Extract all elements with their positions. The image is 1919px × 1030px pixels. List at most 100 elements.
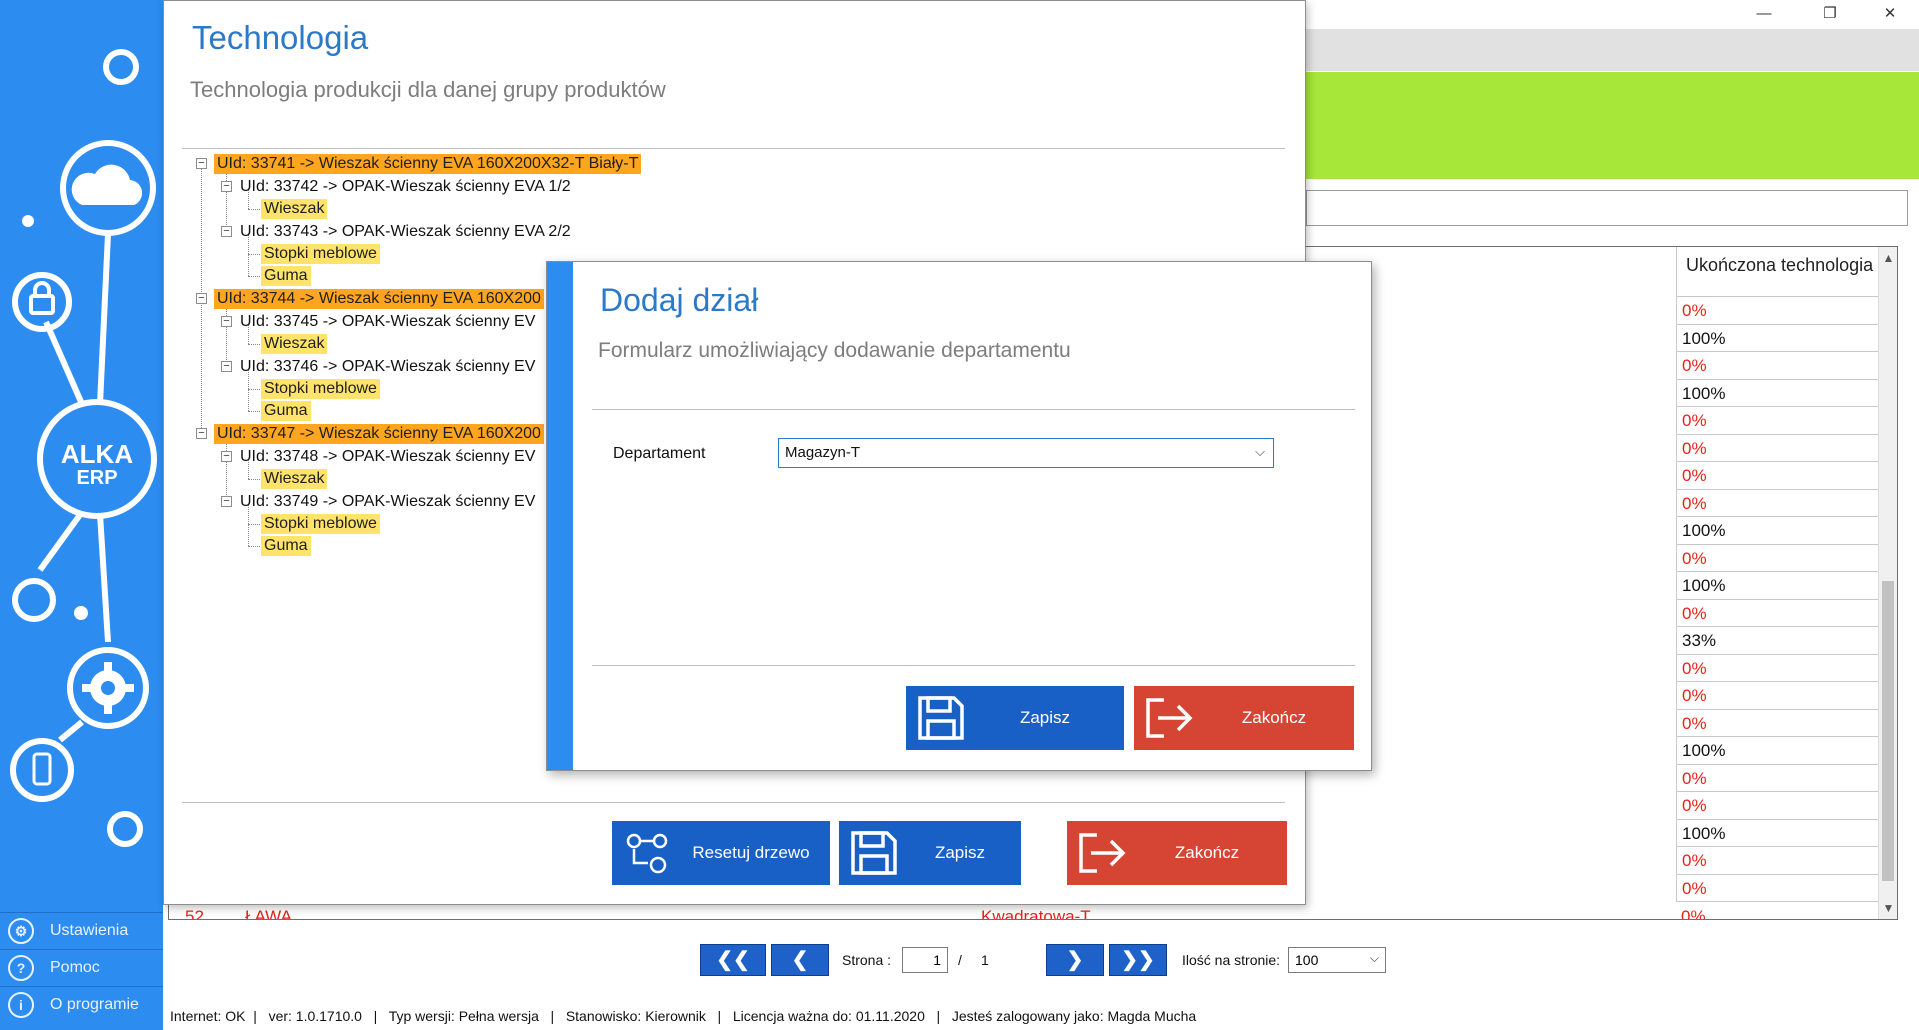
- table-row[interactable]: 0%: [1676, 407, 1892, 435]
- department-select[interactable]: Magazyn-T ⌵: [778, 438, 1274, 468]
- collapse-icon[interactable]: −: [221, 226, 232, 237]
- table-row-partial[interactable]: 52 ŁAWA Kwadratowa-T 0%: [169, 909, 1879, 920]
- tree-node[interactable]: UId: 33748 -> OPAK-Wieszak ścienny EV: [237, 447, 538, 467]
- table-row[interactable]: 100%: [1676, 819, 1892, 847]
- tree-node-leaf[interactable]: Wieszak: [261, 334, 328, 354]
- department-label: Departament: [613, 445, 706, 462]
- tree-node-root[interactable]: UId: 33741 -> Wieszak ścienny EVA 160X20…: [214, 154, 642, 174]
- table-row[interactable]: 0%: [1676, 434, 1892, 462]
- table-row[interactable]: 0%: [1676, 489, 1892, 517]
- table-row[interactable]: 100%: [1676, 379, 1892, 407]
- tree-node[interactable]: UId: 33749 -> OPAK-Wieszak ścienny EV: [237, 492, 538, 512]
- page-label: Strona :: [842, 952, 892, 968]
- scrollbar-thumb[interactable]: [1882, 581, 1894, 881]
- tree-node-root[interactable]: UId: 33747 -> Wieszak ścienny EVA 160X20…: [214, 424, 544, 444]
- dialog-save-button[interactable]: Zapisz: [906, 686, 1124, 750]
- sidebar-item-o-programie[interactable]: i O programie: [0, 986, 163, 1023]
- status-bar: Internet: OK | ver: 1.0.1710.0 | Typ wer…: [170, 1008, 1197, 1024]
- table-row[interactable]: 0%: [1676, 462, 1892, 490]
- table-row[interactable]: 100%: [1676, 737, 1892, 765]
- grid-rows: 0% 100% 0% 100% 0% 0% 0% 0% 100% 0% 100% 0% 33% 0% 0% 0…: [1676, 297, 1892, 902]
- table-row[interactable]: 100%: [1676, 572, 1892, 600]
- collapse-icon[interactable]: −: [196, 293, 207, 304]
- table-row[interactable]: 100%: [1676, 324, 1892, 352]
- floppy-disk-icon: [851, 831, 897, 875]
- table-row[interactable]: 100%: [1676, 517, 1892, 545]
- next-page-button[interactable]: ❯: [1046, 944, 1104, 976]
- filter-input[interactable]: [1306, 190, 1908, 226]
- divider: [182, 802, 1285, 803]
- tree-node[interactable]: UId: 33746 -> OPAK-Wieszak ścienny EV: [237, 357, 538, 377]
- tree-node-leaf[interactable]: Guma: [261, 266, 311, 286]
- tree-line: [248, 524, 260, 525]
- tree-line: [248, 546, 260, 547]
- sidebar: ALKA ERP ⚙ Ustawienia ? Pomoc i O progra…: [0, 0, 163, 1030]
- tree-node-leaf[interactable]: Guma: [261, 401, 311, 421]
- tree-line: [248, 209, 260, 210]
- tree-line: [248, 254, 260, 255]
- collapse-icon[interactable]: −: [196, 158, 207, 169]
- tree-node-leaf[interactable]: Guma: [261, 536, 311, 556]
- last-page-button[interactable]: ❯❯: [1109, 944, 1167, 976]
- table-row[interactable]: 0%: [1676, 874, 1892, 902]
- table-row[interactable]: 0%: [1676, 544, 1892, 572]
- help-icon: ?: [8, 955, 34, 981]
- tree-node[interactable]: UId: 33745 -> OPAK-Wieszak ścienny EV: [237, 312, 538, 332]
- cell-value: 0%: [1681, 909, 1706, 920]
- page-input[interactable]: 1: [902, 947, 948, 973]
- tree-node-leaf[interactable]: Wieszak: [261, 199, 328, 219]
- reset-tree-button[interactable]: Resetuj drzewo: [612, 821, 830, 885]
- table-row[interactable]: 0%: [1676, 682, 1892, 710]
- tree-node-leaf[interactable]: Stopki meblowe: [261, 379, 380, 399]
- department-value: Magazyn-T: [785, 444, 861, 461]
- table-row[interactable]: 0%: [1676, 599, 1892, 627]
- vertical-scrollbar[interactable]: ▲ ▼: [1878, 247, 1897, 919]
- window-title: Technologia: [192, 19, 369, 56]
- gear-icon-sidebar: [82, 662, 134, 714]
- tree-node[interactable]: UId: 33742 -> OPAK-Wieszak ścienny EVA 1…: [237, 177, 574, 197]
- tree-node-leaf[interactable]: Wieszak: [261, 469, 328, 489]
- table-row[interactable]: 0%: [1676, 709, 1892, 737]
- table-row[interactable]: 33%: [1676, 627, 1892, 655]
- table-row[interactable]: 0%: [1676, 764, 1892, 792]
- collapse-icon[interactable]: −: [221, 316, 232, 327]
- per-page-value: 100: [1295, 952, 1319, 968]
- exit-icon: [1079, 833, 1126, 873]
- close-window-button[interactable]: ✕: [1868, 2, 1912, 26]
- column-header-completed[interactable]: Ukończona technologia: [1676, 247, 1892, 297]
- save-button[interactable]: Zapisz: [839, 821, 1021, 885]
- table-row[interactable]: 0%: [1676, 654, 1892, 682]
- minimize-button[interactable]: —: [1742, 2, 1786, 26]
- prev-page-button[interactable]: ❮: [771, 944, 829, 976]
- tree-node[interactable]: UId: 33743 -> OPAK-Wieszak ścienny EVA 2…: [237, 222, 574, 242]
- collapse-icon[interactable]: −: [221, 361, 232, 372]
- tree-node-root[interactable]: UId: 33744 -> Wieszak ścienny EVA 160X20…: [214, 289, 544, 309]
- cloud-icon: [71, 164, 143, 205]
- table-row[interactable]: 0%: [1676, 352, 1892, 380]
- table-row[interactable]: 0%: [1676, 792, 1892, 820]
- sidebar-item-pomoc[interactable]: ? Pomoc: [0, 949, 163, 986]
- collapse-icon[interactable]: −: [221, 181, 232, 192]
- restore-button[interactable]: ❐: [1808, 2, 1852, 26]
- window-subtitle: Technologia produkcji dla danej grupy pr…: [190, 77, 666, 102]
- table-row[interactable]: 0%: [1676, 847, 1892, 875]
- exit-icon: [1146, 698, 1193, 738]
- collapse-icon[interactable]: −: [221, 451, 232, 462]
- tree-node-leaf[interactable]: Stopki meblowe: [261, 514, 380, 534]
- tree-node-leaf[interactable]: Stopki meblowe: [261, 244, 380, 264]
- collapse-icon[interactable]: −: [221, 496, 232, 507]
- table-row[interactable]: 0%: [1676, 297, 1892, 325]
- chevron-down-icon: ⌵: [1255, 444, 1265, 459]
- first-page-button[interactable]: ❮❮: [700, 944, 766, 976]
- per-page-select[interactable]: 100 ⌵: [1288, 947, 1386, 973]
- close-button[interactable]: Zakończ: [1067, 821, 1287, 885]
- dialog-accent-bar: [547, 262, 573, 770]
- scroll-down-icon[interactable]: ▼: [1879, 901, 1897, 915]
- page-separator: /: [958, 952, 962, 968]
- tree-line: [248, 389, 260, 390]
- sidebar-item-ustawienia[interactable]: ⚙ Ustawienia: [0, 912, 163, 949]
- collapse-icon[interactable]: −: [196, 428, 207, 439]
- dialog-close-button[interactable]: Zakończ: [1134, 686, 1354, 750]
- scroll-up-icon[interactable]: ▲: [1879, 251, 1897, 265]
- divider: [182, 148, 1285, 149]
